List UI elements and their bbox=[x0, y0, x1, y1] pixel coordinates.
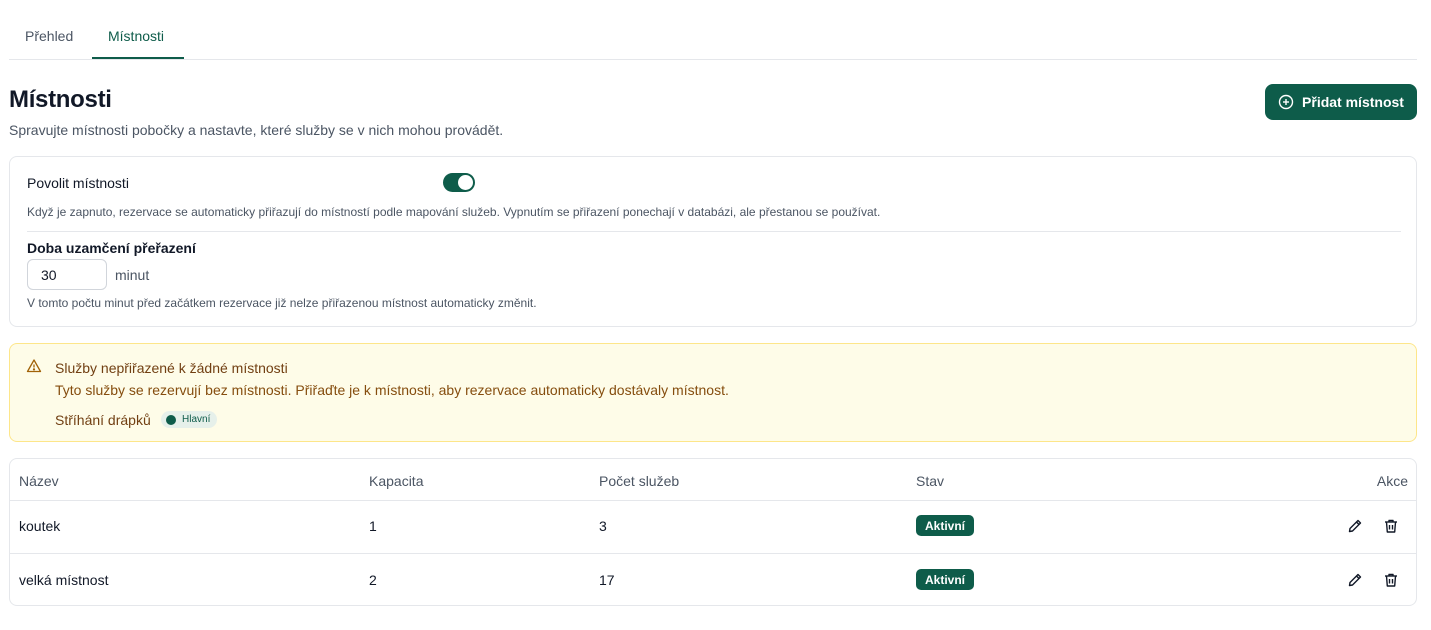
trash-icon bbox=[1385, 519, 1397, 533]
add-room-label: Přidat místnost bbox=[1302, 94, 1404, 110]
settings-divider bbox=[27, 231, 1401, 232]
table-row[interactable]: velká místnost 2 17 Aktivní bbox=[10, 553, 1416, 605]
lock-duration-help: V tomto počtu minut před začátkem rezerv… bbox=[27, 296, 537, 310]
pencil-icon bbox=[1348, 573, 1362, 587]
column-header-actions: Akce bbox=[1376, 473, 1408, 489]
alert-triangle-icon bbox=[26, 359, 42, 373]
room-name: koutek bbox=[19, 518, 61, 534]
delete-room-button[interactable] bbox=[1382, 571, 1400, 589]
column-header-name[interactable]: Název bbox=[19, 473, 59, 489]
unassigned-service-name: Stříhání drápků bbox=[55, 412, 151, 428]
plus-circle-icon bbox=[1278, 94, 1294, 110]
lock-duration-input[interactable] bbox=[27, 259, 107, 290]
edit-room-button[interactable] bbox=[1346, 571, 1364, 589]
page-subtitle: Spravujte místnosti pobočky a nastavte, … bbox=[9, 122, 504, 138]
enable-rooms-label: Povolit místnosti bbox=[27, 175, 129, 191]
active-tab-indicator bbox=[92, 57, 184, 59]
table-row[interactable]: koutek 1 3 Aktivní bbox=[10, 500, 1416, 553]
warning-text: Tyto služby se rezervují bez místnosti. … bbox=[55, 382, 729, 398]
delete-room-button[interactable] bbox=[1382, 517, 1400, 535]
status-badge: Aktivní bbox=[916, 515, 975, 536]
tab-bar: Přehled Místnosti bbox=[9, 0, 1417, 60]
page-title: Místnosti bbox=[9, 86, 112, 113]
lock-duration-label: Doba uzamčení přeřazení bbox=[27, 240, 196, 256]
enable-rooms-toggle[interactable] bbox=[443, 173, 475, 192]
warning-title: Služby nepřiřazené k žádné místnosti bbox=[55, 360, 288, 376]
tab-prehled[interactable]: Přehled bbox=[25, 28, 73, 44]
tab-mistnosti[interactable]: Místnosti bbox=[108, 28, 164, 44]
rooms-table: Název Kapacita Počet služeb Stav Akce ko… bbox=[9, 458, 1417, 606]
room-settings-card: Povolit místnosti Když je zapnuto, rezer… bbox=[9, 156, 1417, 327]
room-service-count: 3 bbox=[599, 518, 607, 534]
column-header-capacity[interactable]: Kapacita bbox=[369, 473, 423, 489]
service-category-badge: Hlavní bbox=[161, 411, 218, 428]
unassigned-services-warning: Služby nepřiřazené k žádné místnosti Tyt… bbox=[9, 343, 1417, 442]
toggle-knob bbox=[458, 175, 473, 190]
column-header-status[interactable]: Stav bbox=[916, 473, 944, 489]
room-name: velká místnost bbox=[19, 572, 109, 588]
pencil-icon bbox=[1348, 519, 1362, 533]
status-badge: Aktivní bbox=[916, 569, 975, 590]
lock-duration-unit: minut bbox=[115, 267, 150, 283]
room-capacity: 1 bbox=[369, 518, 377, 534]
add-room-button[interactable]: Přidat místnost bbox=[1265, 84, 1417, 120]
service-category-label: Hlavní bbox=[182, 414, 211, 425]
room-capacity: 2 bbox=[369, 572, 377, 588]
badge-dot bbox=[166, 414, 176, 425]
edit-room-button[interactable] bbox=[1346, 517, 1364, 535]
trash-icon bbox=[1385, 573, 1397, 587]
enable-rooms-help: Když je zapnuto, rezervace se automatick… bbox=[27, 205, 881, 219]
column-header-service-count[interactable]: Počet služeb bbox=[599, 473, 679, 489]
room-service-count: 17 bbox=[599, 572, 615, 588]
